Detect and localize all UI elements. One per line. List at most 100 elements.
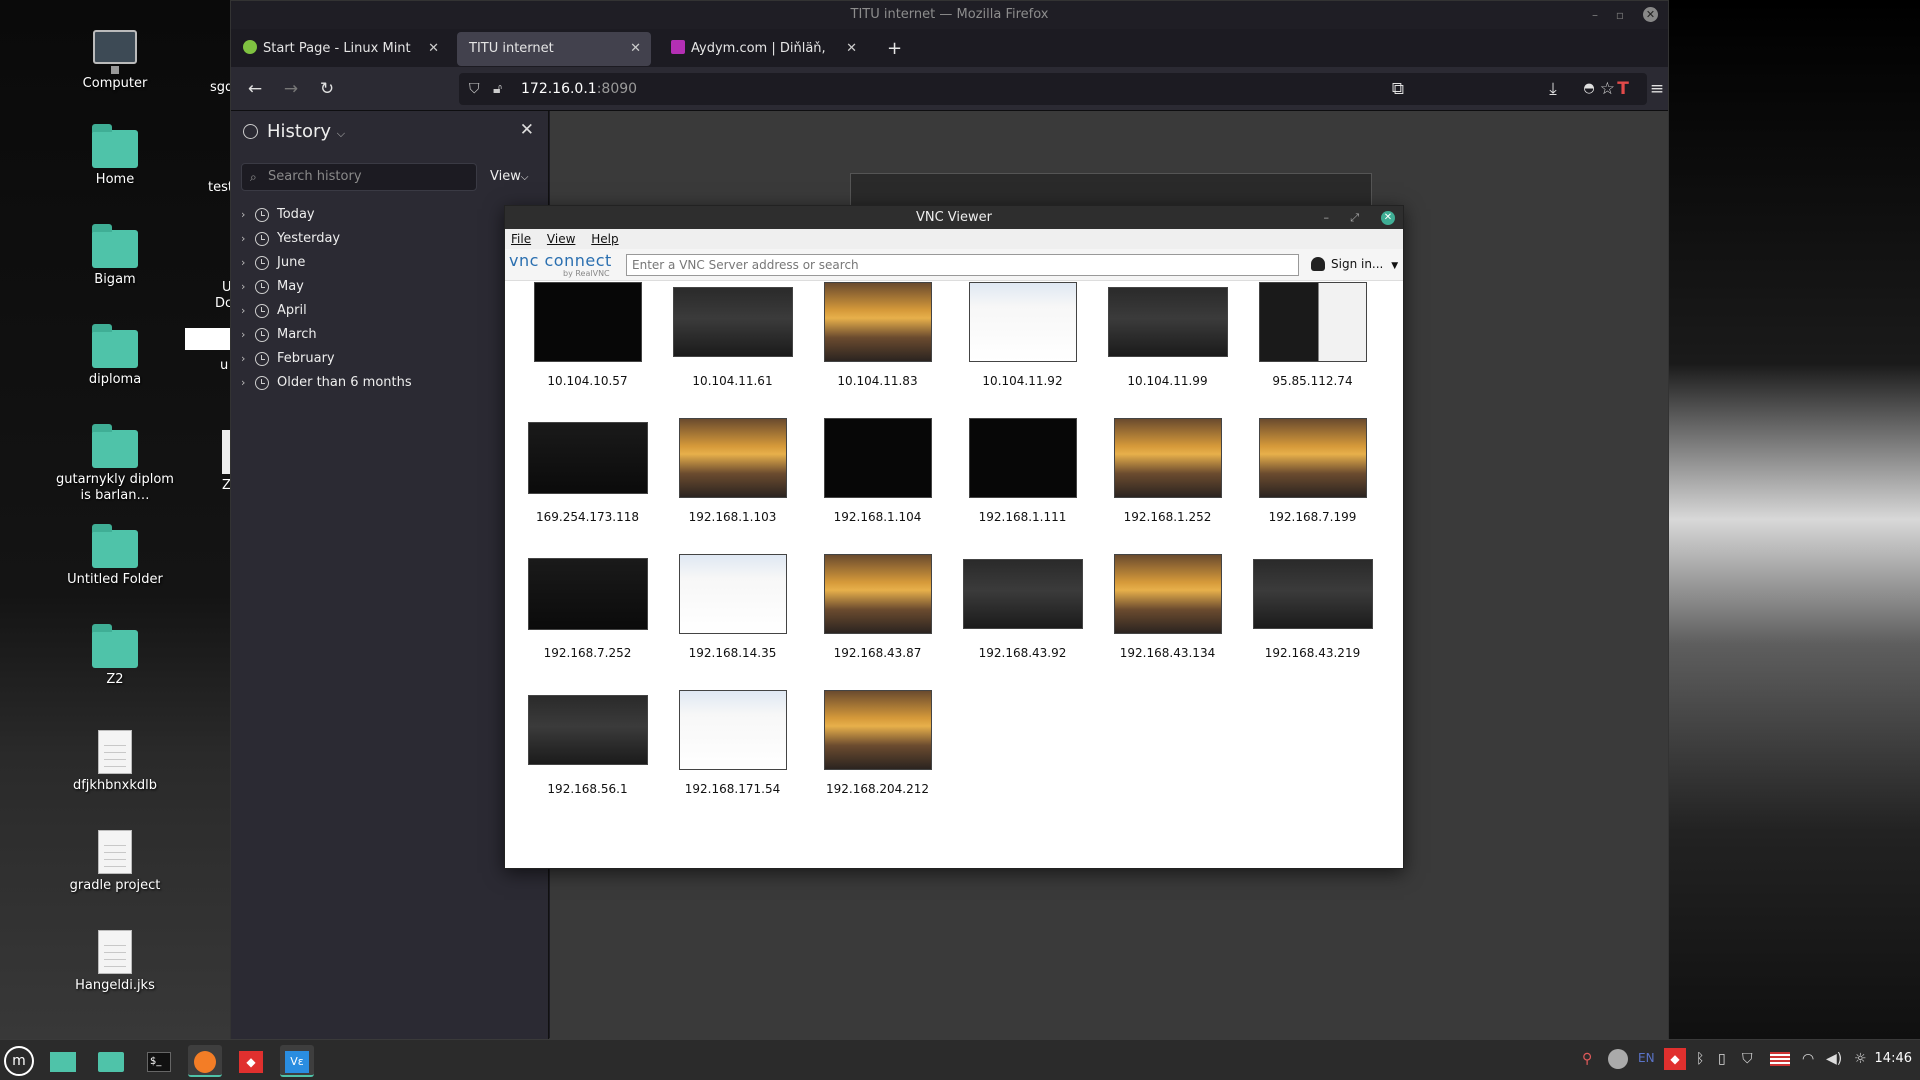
vnc-connection-tile[interactable]: 192.168.56.1 [515,690,660,796]
chevron-right-icon[interactable]: › [241,299,245,323]
desktop-icon-untitled-folder[interactable]: Untitled Folder [55,524,175,588]
vnc-connection-tile[interactable]: 95.85.112.74 [1240,282,1385,388]
history-item-yesterday[interactable]: › Yesterday [241,227,412,251]
chevron-right-icon[interactable]: › [241,251,245,275]
location-icon[interactable]: ⚲ [1582,1051,1592,1067]
downloads-icon[interactable]: ⤓ [1541,77,1565,101]
close-tab-icon[interactable]: ✕ [846,32,857,66]
firefox-taskbar-icon[interactable] [188,1045,222,1077]
shield-icon[interactable]: ⛉ [469,73,480,105]
show-desktop-icon[interactable] [46,1045,80,1077]
chevron-right-icon[interactable]: › [241,203,245,227]
vnc-connection-tile[interactable]: 192.168.1.104 [805,418,950,524]
view-menu-button[interactable]: View⌵ [490,169,528,184]
close-sidebar-icon[interactable]: ✕ [520,120,534,140]
bluetooth-icon[interactable]: ᛒ [1696,1051,1704,1067]
vnc-connection-tile[interactable]: 10.104.11.92 [950,282,1095,388]
keyboard-language[interactable]: EN [1638,1051,1655,1065]
maximize-icon[interactable]: ⤢ [1350,206,1359,229]
private-mask-icon[interactable]: ◓ [1577,77,1601,101]
connection-thumbnail[interactable] [823,554,932,634]
connection-thumbnail[interactable] [968,282,1077,362]
us-flag-icon[interactable] [1770,1052,1790,1066]
chevron-right-icon[interactable]: › [241,323,245,347]
shield-update-icon[interactable]: ⛉ [1742,1051,1753,1067]
connection-thumbnail[interactable] [823,282,932,362]
wifi-icon[interactable]: ◠ [1802,1051,1814,1067]
menu-hamburger-icon[interactable]: ≡ [1645,77,1669,101]
vnc-connection-tile[interactable]: 10.104.10.57 [515,282,660,388]
menu-view[interactable]: View [547,232,575,246]
vnc-connection-tile[interactable]: 192.168.171.54 [660,690,805,796]
desktop-icon-bigam[interactable]: Bigam [55,224,175,288]
server-address-search-input[interactable]: Enter a VNC Server address or search [626,254,1299,276]
connection-thumbnail[interactable] [968,418,1077,498]
desktop-icon-z2[interactable]: Z2 [55,624,175,688]
vnc-viewer-taskbar-icon[interactable]: Vε [280,1045,314,1077]
extension-t-icon[interactable]: T [1611,77,1635,101]
desktop-icon-home[interactable]: Home [55,124,175,188]
connection-thumbnail[interactable] [1258,418,1367,498]
extensions-icon[interactable]: ⧉ [1386,77,1410,101]
sidebar-title[interactable]: History ⌵ [267,121,345,142]
vnc-connection-tile[interactable]: 10.104.11.99 [1095,282,1240,388]
desktop-icon-hangeldi-jks[interactable]: Hangeldi.jks [55,930,175,994]
back-icon[interactable]: ← [243,77,267,101]
tab-titu-internet[interactable]: TITU internet ✕ [457,32,651,66]
status-circle-icon[interactable] [1608,1049,1628,1069]
clipboard-icon[interactable]: ▯ [1718,1051,1726,1067]
history-item-april[interactable]: › April [241,299,412,323]
sign-in-button[interactable]: Sign in... ▼ [1311,257,1398,271]
history-item-march[interactable]: › March [241,323,412,347]
desktop-icon-dfjkhbnxkdlb[interactable]: dfjkhbnxkdlb [55,730,175,794]
connection-thumbnail[interactable] [672,287,793,357]
minimize-icon[interactable]: – [1592,1,1598,29]
close-window-icon[interactable]: ✕ [1381,211,1395,225]
vnc-connection-tile[interactable]: 10.104.11.83 [805,282,950,388]
vnc-connection-tile[interactable]: 10.104.11.61 [660,282,805,388]
desktop-icon-gradle-project[interactable]: gradle project [55,830,175,894]
vnc-connection-tile[interactable]: 192.168.1.103 [660,418,805,524]
history-item-february[interactable]: › February [241,347,412,371]
connection-thumbnail[interactable] [823,418,932,498]
vnc-connection-tile[interactable]: 192.168.1.252 [1095,418,1240,524]
lock-icon[interactable]: 🔓︎ [493,73,502,105]
terminal-icon[interactable]: $_ [142,1045,176,1077]
partial-doc-icon[interactable] [222,430,230,474]
chevron-right-icon[interactable]: › [241,347,245,371]
file-manager-icon[interactable] [94,1045,128,1077]
history-item-today[interactable]: › Today [241,203,412,227]
close-tab-icon[interactable]: ✕ [428,32,439,66]
vnc-connection-tile[interactable]: 169.254.173.118 [515,418,660,524]
vnc-connection-tile[interactable]: 192.168.43.134 [1095,554,1240,660]
vnc-connection-tile[interactable]: 192.168.43.92 [950,554,1095,660]
connection-thumbnail[interactable] [1107,287,1228,357]
anydesk-taskbar-icon[interactable]: ◆ [234,1045,268,1077]
connection-thumbnail[interactable] [1113,418,1222,498]
desktop-icon-computer[interactable]: Computer [55,30,175,92]
connection-thumbnail[interactable] [678,690,787,770]
connection-thumbnail[interactable] [1252,559,1373,629]
connection-thumbnail[interactable] [527,695,648,765]
chevron-right-icon[interactable]: › [241,275,245,299]
volume-icon[interactable]: ◀) [1826,1051,1842,1067]
vnc-connection-tile[interactable]: 192.168.43.219 [1240,554,1385,660]
anydesk-tray-icon[interactable]: ◆ [1664,1048,1686,1070]
vnc-connection-tile[interactable]: 192.168.7.252 [515,554,660,660]
connection-thumbnail[interactable] [962,559,1083,629]
connection-thumbnail[interactable] [527,422,648,494]
connection-thumbnail[interactable] [1258,282,1367,362]
tab-start-page[interactable]: Start Page - Linux Mint ✕ [231,32,449,66]
partial-app-icon[interactable] [185,328,231,350]
vnc-connection-tile[interactable]: 192.168.204.212 [805,690,950,796]
forward-icon[interactable]: → [279,77,303,101]
mint-menu-icon[interactable]: m [4,1046,34,1076]
brightness-icon[interactable]: ☼ [1854,1051,1867,1067]
close-tab-icon[interactable]: ✕ [630,32,641,66]
connection-thumbnail[interactable] [533,282,642,362]
search-history-input[interactable]: ⌕ Search history [241,163,477,191]
vnc-connection-tile[interactable]: 192.168.43.87 [805,554,950,660]
desktop-icon-diploma[interactable]: diploma [55,324,175,388]
url-bar[interactable]: ⛉ 🔓︎ 172.16.0.1:8090 ☆ [459,73,1647,105]
history-item-older-than-6-months[interactable]: › Older than 6 months [241,371,412,395]
